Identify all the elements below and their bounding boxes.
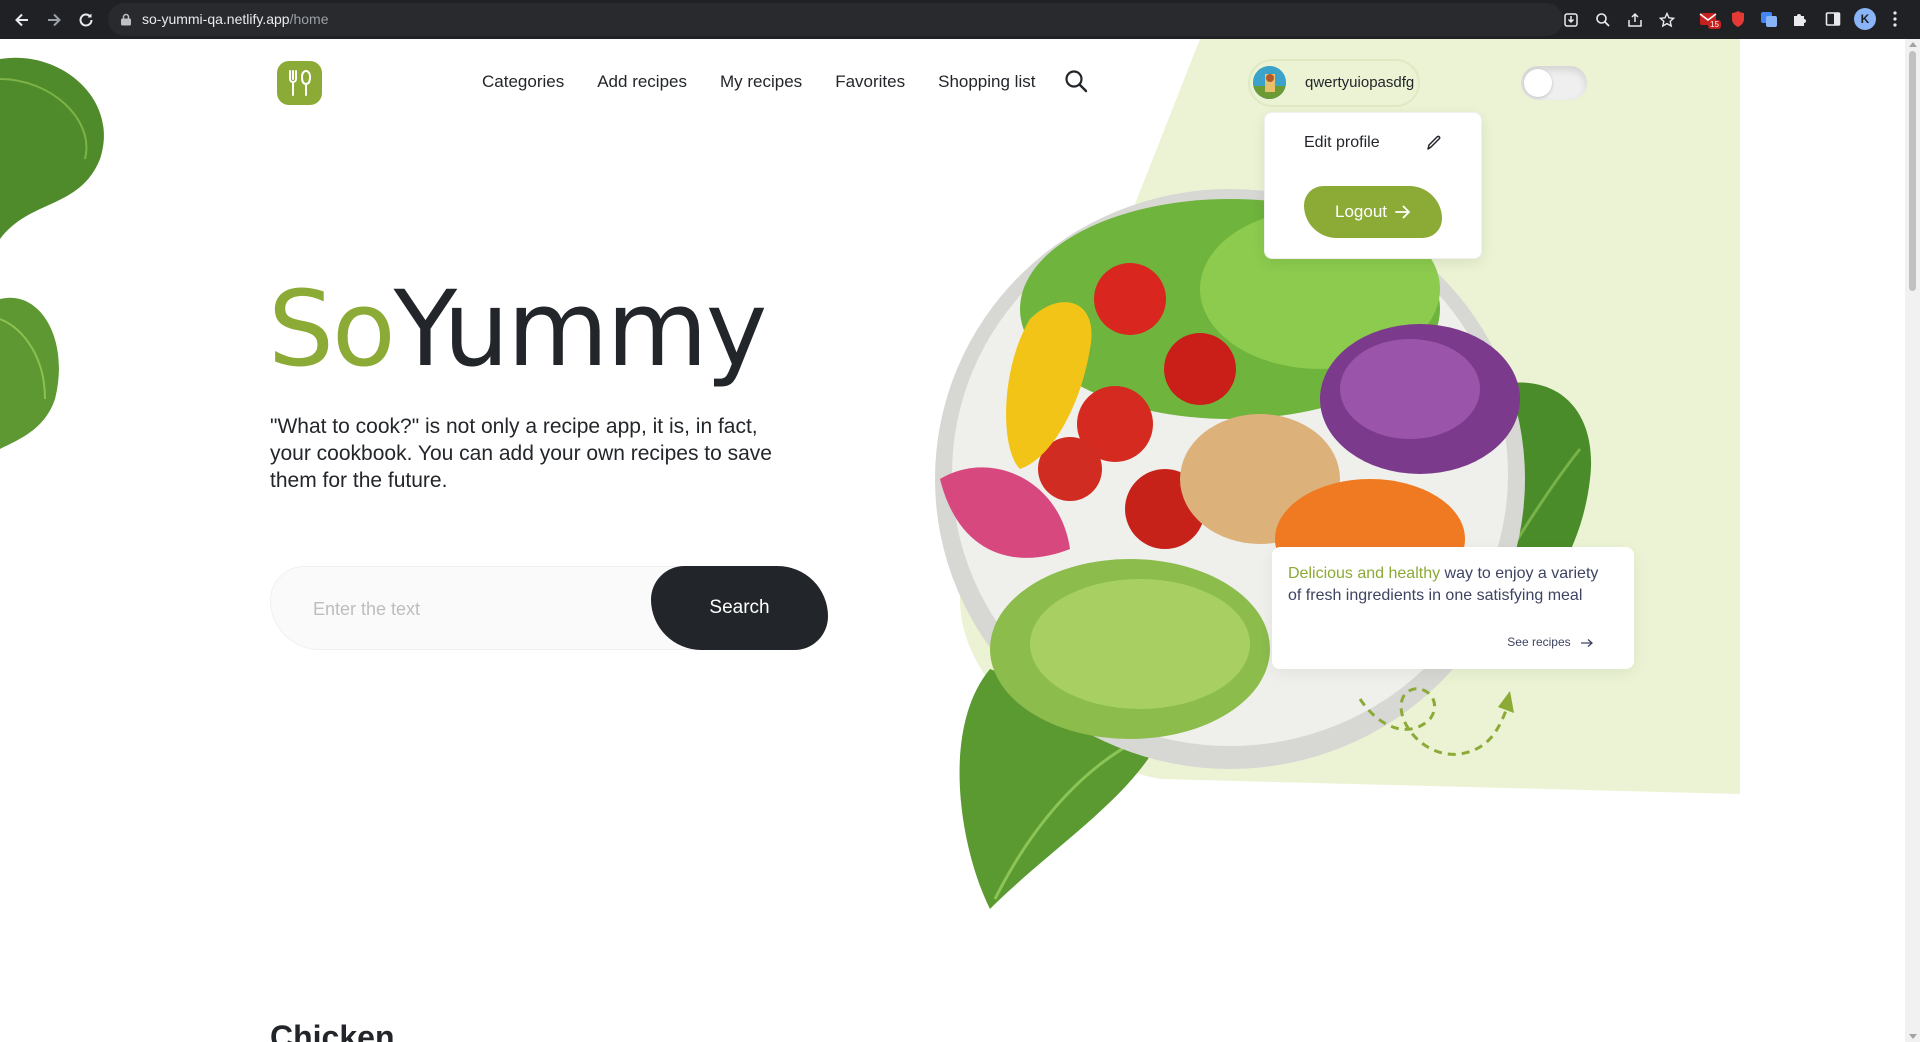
spinach-leaves-decoration (0, 57, 104, 449)
pencil-icon[interactable] (1425, 134, 1443, 152)
forward-button[interactable] (40, 6, 68, 34)
cutlery-icon (288, 69, 311, 96)
scroll-up-arrow[interactable] (1909, 42, 1917, 47)
scrollbar-thumb[interactable] (1909, 51, 1916, 291)
see-recipes-label: See recipes (1507, 635, 1571, 649)
app-logo[interactable] (277, 61, 322, 105)
extension-badge: 15 (1708, 20, 1721, 29)
omnibox-actions (1555, 7, 1683, 33)
share-icon[interactable] (1619, 7, 1651, 33)
hero-title-yummy: Yummy (393, 268, 768, 390)
profile-avatar: K (1854, 8, 1876, 30)
shield-extension-icon[interactable] (1725, 6, 1751, 32)
search-button[interactable]: Search (651, 566, 828, 650)
promo-accent-text: Delicious and healthy (1288, 565, 1441, 582)
bookmark-star-icon[interactable] (1651, 7, 1683, 33)
avatar-image (1253, 66, 1286, 99)
nav-my-recipes[interactable]: My recipes (720, 72, 802, 92)
promo-card: Delicious and healthy way to enjoy a var… (1272, 547, 1634, 669)
hero-title-so: So (268, 268, 396, 390)
nav-categories[interactable]: Categories (482, 72, 564, 92)
scroll-down-arrow[interactable] (1909, 1034, 1917, 1039)
reload-button[interactable] (72, 6, 100, 34)
user-avatar[interactable] (1253, 66, 1286, 99)
hero-description: "What to cook?" is not only a recipe app… (270, 415, 772, 492)
promo-text: Delicious and healthy way to enjoy a var… (1288, 563, 1608, 607)
install-app-icon[interactable] (1555, 7, 1587, 33)
nav-add-recipes[interactable]: Add recipes (597, 72, 687, 92)
nav-favorites[interactable]: Favorites (835, 72, 905, 92)
arrow-right-icon (1581, 638, 1593, 647)
translate-extension-icon[interactable] (1756, 6, 1782, 32)
more-menu-icon[interactable] (1882, 6, 1908, 32)
arrow-left-icon (15, 13, 28, 27)
arrow-right-icon (1395, 205, 1411, 219)
side-panel-icon[interactable] (1820, 6, 1846, 32)
logout-button[interactable]: Logout (1304, 186, 1442, 238)
address-bar[interactable]: so-yummi-qa.netlify.app/home (108, 3, 1563, 36)
reload-icon (79, 13, 93, 27)
page-viewport: Categories Add recipes My recipes Favori… (0, 39, 1905, 1042)
edit-profile-link[interactable]: Edit profile (1304, 134, 1380, 152)
browser-toolbar: so-yummi-qa.netlify.app/home 15 K (0, 0, 1920, 39)
theme-toggle[interactable] (1521, 66, 1587, 100)
page-scrollbar[interactable] (1905, 39, 1920, 1042)
hero-title: SoYummy (268, 277, 767, 381)
nav-shopping-list[interactable]: Shopping list (938, 72, 1035, 92)
search-input[interactable] (313, 594, 653, 624)
zoom-icon[interactable] (1587, 7, 1619, 33)
url-text: so-yummi-qa.netlify.app/home (142, 11, 329, 27)
logout-label: Logout (1335, 202, 1387, 221)
toggle-knob (1524, 69, 1552, 97)
see-recipes-link[interactable]: See recipes (1507, 635, 1594, 649)
dashed-arrow-decoration (1358, 687, 1514, 756)
arrow-right-icon (48, 13, 61, 27)
salad-bowl-image (935, 189, 1592, 909)
search-icon[interactable] (1063, 68, 1089, 94)
category-section-title: Chicken (270, 1019, 395, 1042)
profile-button[interactable]: K (1852, 6, 1878, 32)
back-button[interactable] (8, 6, 36, 34)
main-nav: Categories Add recipes My recipes Favori… (482, 72, 1068, 92)
user-name[interactable]: qwertyuiopasdfg (1305, 74, 1414, 91)
puzzle-extensions-icon[interactable] (1787, 6, 1813, 32)
lock-icon (121, 13, 131, 26)
mail-extension-icon[interactable]: 15 (1695, 6, 1721, 32)
